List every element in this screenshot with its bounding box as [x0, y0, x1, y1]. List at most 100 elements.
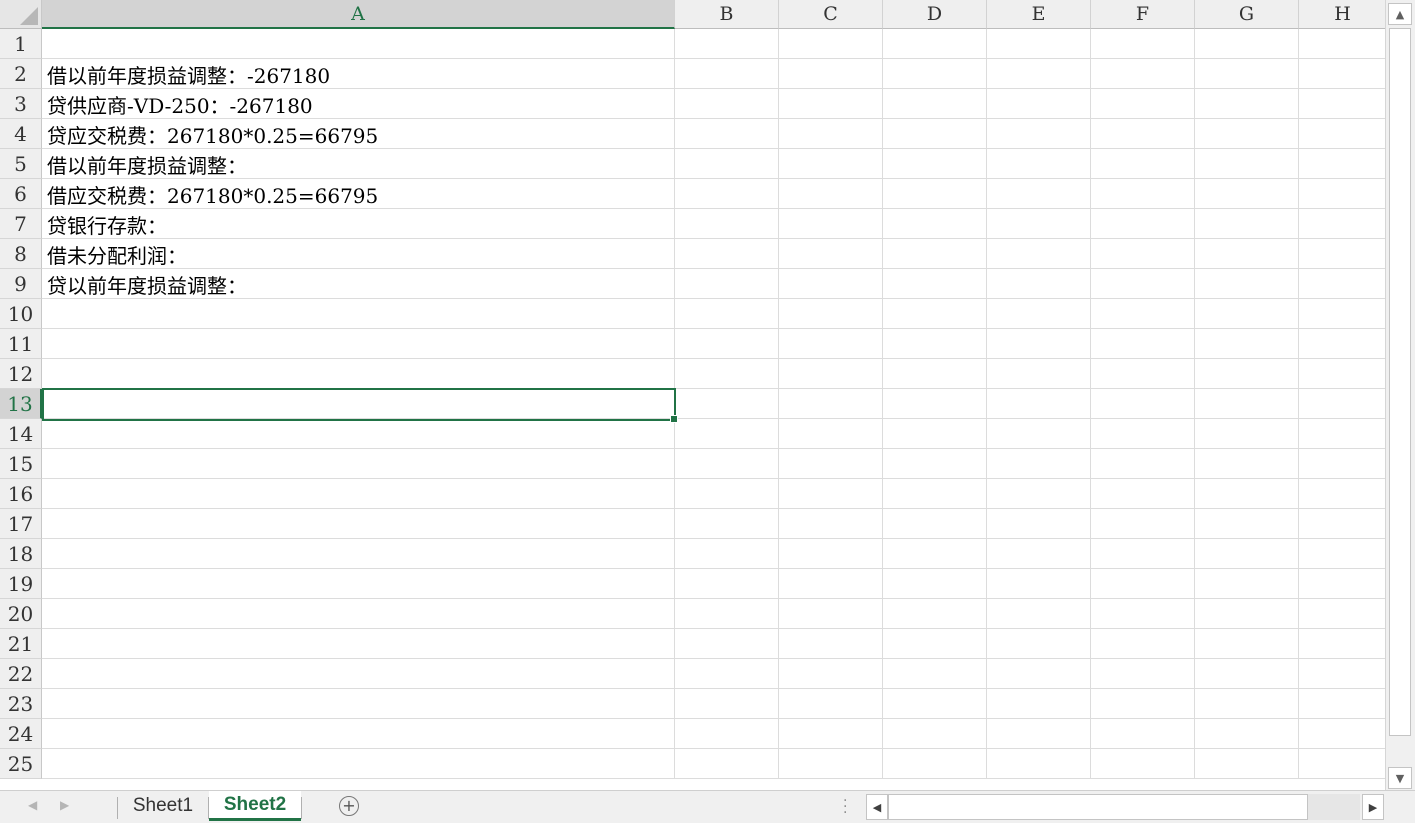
- cell-a18[interactable]: [42, 539, 675, 569]
- row-header-4[interactable]: 4: [0, 119, 42, 149]
- cell-c5[interactable]: [779, 149, 883, 179]
- cell-a12[interactable]: [42, 359, 675, 389]
- cell-c9[interactable]: [779, 269, 883, 299]
- column-header-a[interactable]: A: [42, 0, 675, 29]
- cell-f23[interactable]: [1091, 689, 1195, 719]
- horizontal-scroll-thumb[interactable]: [888, 794, 1308, 820]
- cell-h12[interactable]: [1299, 359, 1385, 389]
- cell-h11[interactable]: [1299, 329, 1385, 359]
- cell-e18[interactable]: [987, 539, 1091, 569]
- cell-e8[interactable]: [987, 239, 1091, 269]
- cell-c11[interactable]: [779, 329, 883, 359]
- cell-e12[interactable]: [987, 359, 1091, 389]
- row-header-9[interactable]: 9: [0, 269, 42, 299]
- row-header-1[interactable]: 1: [0, 29, 42, 59]
- cell-e6[interactable]: [987, 179, 1091, 209]
- cell-e9[interactable]: [987, 269, 1091, 299]
- cell-h3[interactable]: [1299, 89, 1385, 119]
- column-header-e[interactable]: E: [987, 0, 1091, 29]
- cell-g13[interactable]: [1195, 389, 1299, 419]
- cell-c1[interactable]: [779, 29, 883, 59]
- cell-d21[interactable]: [883, 629, 987, 659]
- cell-h4[interactable]: [1299, 119, 1385, 149]
- tab-sheet1[interactable]: Sheet1: [118, 791, 208, 821]
- cell-h21[interactable]: [1299, 629, 1385, 659]
- cell-f2[interactable]: [1091, 59, 1195, 89]
- cell-b7[interactable]: [675, 209, 779, 239]
- cell-g18[interactable]: [1195, 539, 1299, 569]
- row-header-18[interactable]: 18: [0, 539, 42, 569]
- cell-g7[interactable]: [1195, 209, 1299, 239]
- cell-e19[interactable]: [987, 569, 1091, 599]
- cell-c24[interactable]: [779, 719, 883, 749]
- cell-b22[interactable]: [675, 659, 779, 689]
- cell-a3[interactable]: 贷供应商-VD-250：-267180: [42, 89, 675, 119]
- cell-h23[interactable]: [1299, 689, 1385, 719]
- cell-e1[interactable]: [987, 29, 1091, 59]
- cell-h8[interactable]: [1299, 239, 1385, 269]
- split-handle-icon[interactable]: · · ·: [843, 794, 847, 820]
- cell-g20[interactable]: [1195, 599, 1299, 629]
- column-header-c[interactable]: C: [779, 0, 883, 29]
- cell-b5[interactable]: [675, 149, 779, 179]
- cell-g23[interactable]: [1195, 689, 1299, 719]
- cell-f19[interactable]: [1091, 569, 1195, 599]
- cell-b16[interactable]: [675, 479, 779, 509]
- cell-a14[interactable]: [42, 419, 675, 449]
- cell-f13[interactable]: [1091, 389, 1195, 419]
- cell-a2[interactable]: 借以前年度损益调整：-267180: [42, 59, 675, 89]
- cell-g17[interactable]: [1195, 509, 1299, 539]
- cell-f5[interactable]: [1091, 149, 1195, 179]
- cell-a9[interactable]: 贷以前年度损益调整：: [42, 269, 675, 299]
- cell-d20[interactable]: [883, 599, 987, 629]
- cell-d17[interactable]: [883, 509, 987, 539]
- cell-d14[interactable]: [883, 419, 987, 449]
- cell-h10[interactable]: [1299, 299, 1385, 329]
- cell-c16[interactable]: [779, 479, 883, 509]
- cell-e4[interactable]: [987, 119, 1091, 149]
- cell-h22[interactable]: [1299, 659, 1385, 689]
- row-header-8[interactable]: 8: [0, 239, 42, 269]
- cell-e10[interactable]: [987, 299, 1091, 329]
- triangle-down-icon[interactable]: ▼: [1388, 767, 1412, 789]
- cell-f8[interactable]: [1091, 239, 1195, 269]
- triangle-left-icon[interactable]: ◀: [866, 794, 888, 820]
- cell-g9[interactable]: [1195, 269, 1299, 299]
- cell-e11[interactable]: [987, 329, 1091, 359]
- cell-b15[interactable]: [675, 449, 779, 479]
- cell-a19[interactable]: [42, 569, 675, 599]
- cell-e22[interactable]: [987, 659, 1091, 689]
- cell-g1[interactable]: [1195, 29, 1299, 59]
- cell-e5[interactable]: [987, 149, 1091, 179]
- cell-a23[interactable]: [42, 689, 675, 719]
- cell-g10[interactable]: [1195, 299, 1299, 329]
- cell-b1[interactable]: [675, 29, 779, 59]
- cell-f12[interactable]: [1091, 359, 1195, 389]
- cell-a16[interactable]: [42, 479, 675, 509]
- cell-h25[interactable]: [1299, 749, 1385, 779]
- cell-c23[interactable]: [779, 689, 883, 719]
- cell-f4[interactable]: [1091, 119, 1195, 149]
- row-header-14[interactable]: 14: [0, 419, 42, 449]
- cell-e3[interactable]: [987, 89, 1091, 119]
- active-cell-a13[interactable]: [42, 388, 678, 423]
- cell-b6[interactable]: [675, 179, 779, 209]
- cell-b25[interactable]: [675, 749, 779, 779]
- cell-a20[interactable]: [42, 599, 675, 629]
- triangle-up-icon[interactable]: ▲: [1388, 3, 1412, 25]
- cell-f14[interactable]: [1091, 419, 1195, 449]
- cell-g2[interactable]: [1195, 59, 1299, 89]
- select-all-button[interactable]: [0, 0, 42, 29]
- row-header-7[interactable]: 7: [0, 209, 42, 239]
- cell-d24[interactable]: [883, 719, 987, 749]
- row-header-2[interactable]: 2: [0, 59, 42, 89]
- cell-a4[interactable]: 贷应交税费：267180*0.25=66795: [42, 119, 675, 149]
- cell-f25[interactable]: [1091, 749, 1195, 779]
- row-header-17[interactable]: 17: [0, 509, 42, 539]
- row-header-6[interactable]: 6: [0, 179, 42, 209]
- cell-f9[interactable]: [1091, 269, 1195, 299]
- cell-g12[interactable]: [1195, 359, 1299, 389]
- cell-a10[interactable]: [42, 299, 675, 329]
- cell-f16[interactable]: [1091, 479, 1195, 509]
- column-header-f[interactable]: F: [1091, 0, 1195, 29]
